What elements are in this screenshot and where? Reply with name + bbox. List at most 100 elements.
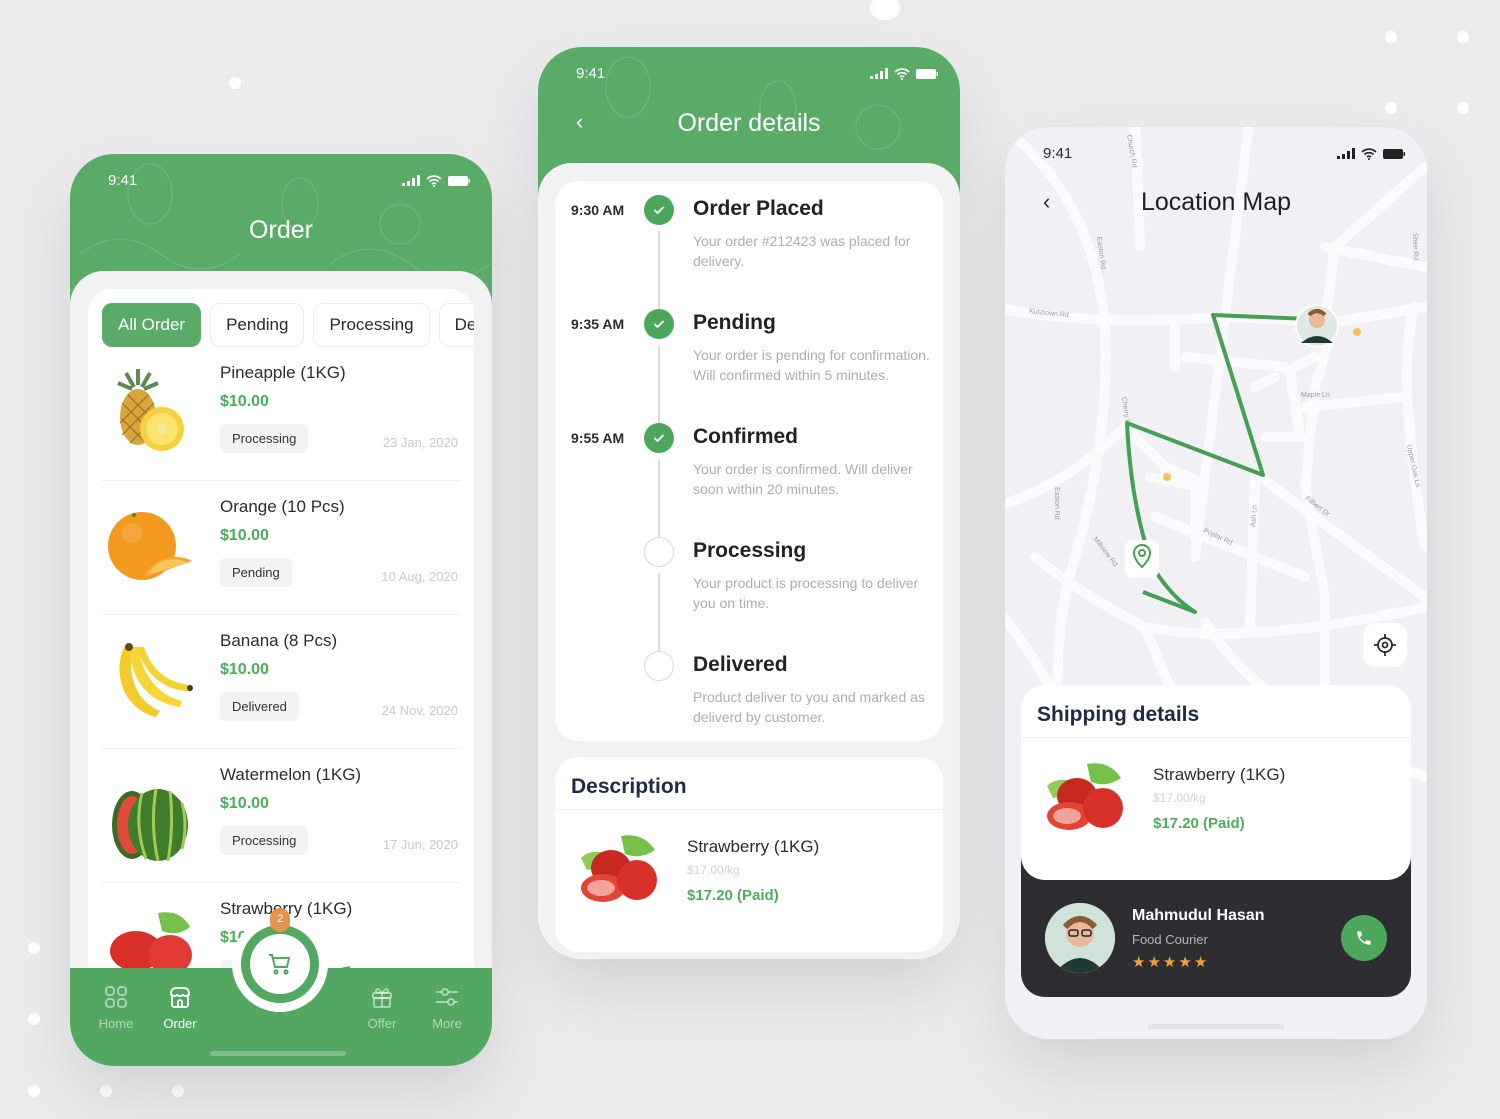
- decor-dot: [28, 942, 40, 954]
- star-icon: ★: [1132, 954, 1146, 971]
- decor-dot: [870, 0, 900, 20]
- step-time: 9:55 AM: [571, 430, 625, 446]
- cart-button[interactable]: [241, 925, 319, 1003]
- step-time: 9:30 AM: [571, 202, 625, 218]
- gift-icon: [372, 988, 392, 1008]
- street-label: Upper Oak Ln: [1405, 444, 1421, 488]
- timeline-connector: [658, 573, 660, 653]
- item-price: $10.00: [220, 393, 269, 410]
- store-icon: [170, 987, 190, 1008]
- step-description: Your order is pending for confirmation. …: [693, 347, 930, 383]
- step-time: 9:35 AM: [571, 316, 625, 332]
- empty-circle-icon: [644, 651, 674, 681]
- order-screen: 9:41 Order All Order Pending Processing …: [70, 154, 492, 1066]
- order-item[interactable]: Orange (10 Pcs) $10.00 Pending 10 Aug, 2…: [102, 481, 460, 615]
- item-name: Orange (10 Pcs): [220, 497, 345, 516]
- battery-icon: [1383, 148, 1405, 159]
- location-map-screen: Church Rd Easton Rd Kutztown Rd Maple Ln…: [1005, 127, 1427, 1039]
- nav-order[interactable]: Order: [150, 986, 210, 1031]
- wifi-icon: [1361, 147, 1377, 160]
- star-icon: ★: [1178, 954, 1192, 971]
- star-icon: ★: [1162, 954, 1177, 971]
- street-label: Maple Ln: [1301, 392, 1330, 399]
- star-icon: ★: [1193, 954, 1208, 971]
- shipping-title: Shipping details: [1037, 703, 1200, 726]
- decor-dot: [1457, 31, 1469, 43]
- orange-image: [102, 501, 202, 601]
- battery-icon: [448, 175, 470, 186]
- phone-icon: [1357, 931, 1371, 945]
- street-label: Millview Rd: [1091, 536, 1118, 568]
- grid-icon: [105, 986, 127, 1008]
- tab-processing[interactable]: Processing: [313, 303, 430, 347]
- nav-order-label: Order: [163, 1016, 197, 1031]
- map-poi-dot: [1163, 473, 1171, 481]
- status-bar: 9:41: [1043, 145, 1405, 162]
- decor-dot: [28, 1013, 40, 1025]
- product-total: $17.20 (Paid): [687, 886, 779, 904]
- decor-dot: [100, 1085, 112, 1097]
- signal-icon: [1337, 148, 1355, 159]
- street-label: Easton Rd: [1053, 487, 1060, 520]
- call-button[interactable]: [1341, 915, 1387, 961]
- item-name: Watermelon (1KG): [220, 765, 362, 784]
- sliders-icon: [436, 988, 458, 1006]
- decor-dot: [28, 1085, 40, 1097]
- decor-dot: [1385, 102, 1397, 114]
- status-bar: 9:41: [108, 172, 470, 189]
- order-item[interactable]: Pineapple (1KG) $10.00 Processing 23 Jan…: [102, 347, 460, 481]
- order-tabs: All Order Pending Processing De: [88, 289, 474, 347]
- step-description: Product deliver to you and marked as del…: [693, 689, 925, 725]
- item-date: 24 Nov, 2020: [381, 703, 458, 718]
- status-bar: 9:41: [576, 65, 938, 82]
- cart-count-badge: 2: [270, 908, 290, 932]
- home-indicator: [1148, 1024, 1284, 1029]
- item-price: $10.00: [220, 527, 269, 544]
- timeline-connector: [658, 345, 660, 425]
- wifi-icon: [426, 174, 442, 187]
- product-row[interactable]: Strawberry (1KG) $17.00/kg $17.20 (Paid): [555, 810, 943, 930]
- product-unit-price: $17.00/kg: [1153, 790, 1206, 805]
- nav-home[interactable]: Home: [86, 986, 146, 1031]
- order-item[interactable]: Banana (8 Pcs) $10.00 Delivered 24 Nov, …: [102, 615, 460, 749]
- check-circle-icon: [644, 423, 674, 453]
- decor-dot: [1457, 102, 1469, 114]
- item-date: 17 Jun, 2020: [382, 837, 458, 852]
- signal-icon: [870, 68, 888, 79]
- status-badge: Pending: [220, 558, 292, 587]
- step-description: Your product is processing to deliver yo…: [693, 575, 919, 611]
- description-card: Description Strawberry (1KG) $17.00/kg $…: [555, 757, 943, 952]
- item-name: Banana (8 Pcs): [220, 631, 338, 650]
- tab-delivered[interactable]: De: [438, 303, 474, 347]
- timeline-connector: [658, 231, 660, 311]
- status-time: 9:41: [108, 172, 138, 189]
- cart-fab-wrap: 2: [232, 908, 328, 1012]
- cart-icon: [269, 954, 291, 975]
- street-label: Shee Rd: [1411, 233, 1419, 261]
- status-time: 9:41: [576, 65, 606, 82]
- locate-me-button[interactable]: [1363, 623, 1407, 667]
- strawberry-image: [1037, 758, 1137, 838]
- map-poi-dot: [1353, 328, 1361, 336]
- description-title: Description: [571, 775, 687, 798]
- signal-icon: [402, 175, 420, 186]
- nav-more[interactable]: More: [417, 986, 477, 1031]
- page-title: Order details: [677, 109, 821, 137]
- strawberry-image: [571, 830, 671, 910]
- watermelon-image: [102, 769, 202, 869]
- courier-map-avatar[interactable]: [1295, 304, 1339, 348]
- battery-icon: [916, 68, 938, 79]
- empty-circle-icon: [644, 537, 674, 567]
- decor-dot: [1385, 31, 1397, 43]
- courier-role: Food Courier: [1132, 932, 1208, 947]
- product-row[interactable]: Strawberry (1KG) $17.00/kg $17.20 (Paid): [1021, 738, 1411, 858]
- tab-pending[interactable]: Pending: [210, 303, 305, 347]
- nav-offer[interactable]: Offer: [352, 986, 412, 1031]
- destination-pin[interactable]: [1125, 540, 1159, 578]
- product-name: Strawberry (1KG): [1153, 764, 1286, 784]
- status-time: 9:41: [1043, 145, 1073, 162]
- star-icon: ★: [1147, 954, 1161, 971]
- order-item[interactable]: Watermelon (1KG) $10.00 Processing 17 Ju…: [102, 749, 460, 883]
- courier-avatar: [1045, 903, 1115, 973]
- tab-all-order[interactable]: All Order: [102, 303, 202, 347]
